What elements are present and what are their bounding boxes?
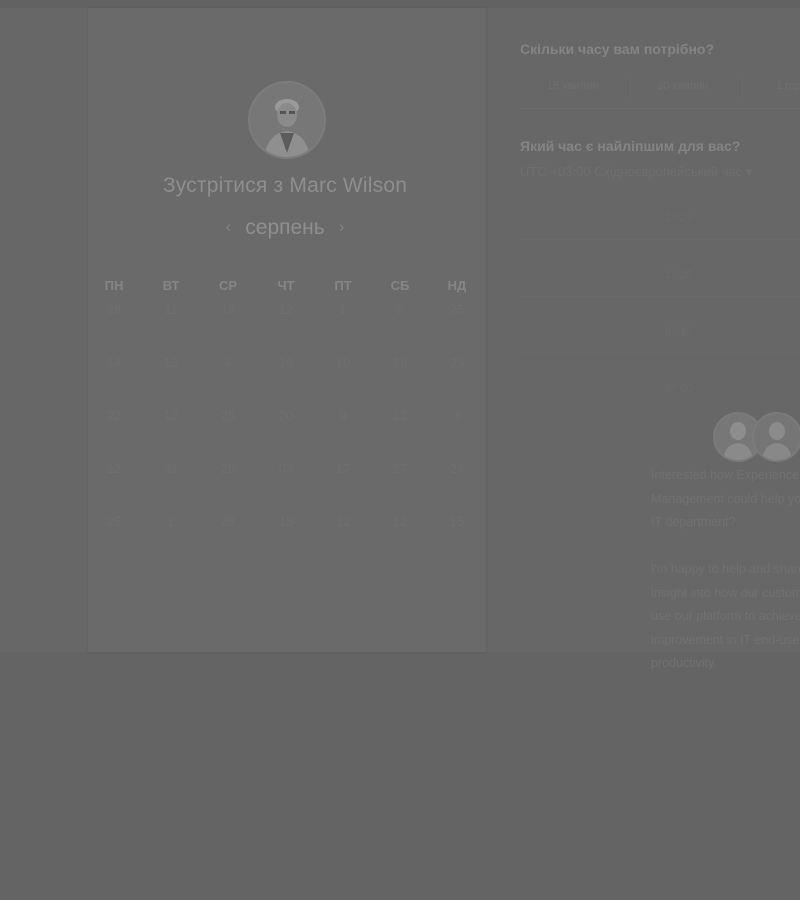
calendar-day[interactable]: 27: [380, 461, 420, 476]
calendar-day[interactable]: 20: [208, 461, 248, 476]
time-slot-label: 07:15: [665, 326, 693, 338]
page: Зустрітися з Marc Wilson ‹ серпень › ПН ВТ…: [0, 0, 800, 900]
calendar-day[interactable]: 1: [151, 514, 191, 529]
slot-divider: [520, 296, 800, 297]
calendar-day[interactable]: 22: [94, 408, 134, 423]
duration-option-30[interactable]: 30 хвилин: [657, 80, 708, 92]
calendar-day[interactable]: 25: [208, 408, 248, 423]
time-slot[interactable]: 10:25: [520, 200, 800, 240]
slot-divider: [520, 239, 800, 240]
weekday-label: ПН: [104, 278, 124, 293]
calendar-day[interactable]: 10: [323, 355, 363, 370]
calendar-day[interactable]: 25: [94, 514, 134, 529]
weekday-label: ЧТ: [277, 278, 295, 293]
time-title: Який час є найліпшим для вас?: [520, 138, 741, 154]
duration-tabs-underline: [520, 108, 800, 109]
person-avatar-icon: [754, 414, 800, 460]
team-avatar: [752, 412, 800, 462]
top-strip: [0, 0, 800, 8]
calendar-day[interactable]: 16: [266, 355, 306, 370]
slot-divider: [520, 353, 800, 354]
calendar-day[interactable]: 18: [208, 302, 248, 317]
time-slot[interactable]: 07:15: [520, 314, 800, 354]
tab-divider: [630, 78, 631, 98]
tab-divider: [742, 78, 743, 98]
calendar-day[interactable]: 25: [437, 302, 477, 317]
calendar-day[interactable]: 14: [94, 355, 134, 370]
weekday-label: СР: [218, 278, 238, 293]
time-slot[interactable]: 10:25: [520, 257, 800, 297]
time-slot-label: 10:25: [665, 212, 693, 224]
calendar-day[interactable]: 18: [266, 514, 306, 529]
calendar-day[interactable]: 15: [437, 514, 477, 529]
calendar-card: Зустрітися з Marc Wilson ‹ серпень › ПН ВТ…: [88, 8, 486, 652]
weekday-label: НД: [447, 278, 467, 293]
duration-option-15[interactable]: 15 хвилин: [547, 80, 598, 92]
weekday-label: СБ: [390, 278, 410, 293]
calendar-day[interactable]: 28: [94, 302, 134, 317]
person-avatar-icon: [250, 83, 324, 157]
calendar-day[interactable]: 4: [208, 355, 248, 370]
calendar-day[interactable]: 28: [208, 514, 248, 529]
calendar-day[interactable]: 12: [323, 514, 363, 529]
weekday-label: ПТ: [334, 278, 352, 293]
calendar-day[interactable]: 12: [151, 408, 191, 423]
calendar-day[interactable]: 11: [151, 302, 191, 317]
calendar-day[interactable]: 29: [437, 355, 477, 370]
calendar-day[interactable]: 9: [323, 408, 363, 423]
time-slot[interactable]: 07:00: [520, 371, 800, 411]
calendar-day[interactable]: 12: [380, 408, 420, 423]
bio-paragraph: I'm happy to help and share insight into…: [651, 562, 800, 670]
chevron-left-icon[interactable]: ‹: [226, 217, 232, 237]
calendar-day[interactable]: 1: [323, 302, 363, 317]
calendar-day[interactable]: 12: [380, 514, 420, 529]
host-avatar: [248, 81, 326, 159]
calendar-day[interactable]: 5: [380, 302, 420, 317]
calendar-day[interactable]: 20: [266, 408, 306, 423]
time-slot-label: 07:00: [665, 383, 693, 395]
calendar-day[interactable]: 31: [151, 461, 191, 476]
calendar-day[interactable]: 12: [94, 461, 134, 476]
calendar-day[interactable]: 24: [437, 461, 477, 476]
time-slot-label: 10:25: [665, 269, 693, 281]
chevron-down-icon: ▾: [745, 164, 753, 179]
month-navigation: ‹ серпень ›: [88, 216, 482, 240]
calendar-day[interactable]: 12: [266, 302, 306, 317]
bio-paragraph: Interested how Experience Management cou…: [651, 468, 800, 529]
calendar-day[interactable]: 03: [266, 461, 306, 476]
calendar-day[interactable]: 13: [151, 355, 191, 370]
month-label: серпень: [245, 216, 325, 239]
duration-option-60[interactable]: 1 година: [776, 80, 800, 92]
chevron-right-icon[interactable]: ›: [339, 217, 345, 237]
card-title: Зустрітися з Marc Wilson: [162, 174, 408, 197]
calendar-day[interactable]: 3: [437, 408, 477, 423]
weekday-label: ВТ: [162, 278, 180, 293]
calendar-day[interactable]: 28: [380, 355, 420, 370]
timezone-label: UTC +03:00 Східноєвропейський час: [520, 164, 742, 179]
duration-title: Скільки часу вам потрібно?: [520, 41, 715, 57]
calendar-day[interactable]: 17: [323, 461, 363, 476]
timezone-select[interactable]: UTC +03:00 Східноєвропейський час ▾: [520, 164, 752, 180]
